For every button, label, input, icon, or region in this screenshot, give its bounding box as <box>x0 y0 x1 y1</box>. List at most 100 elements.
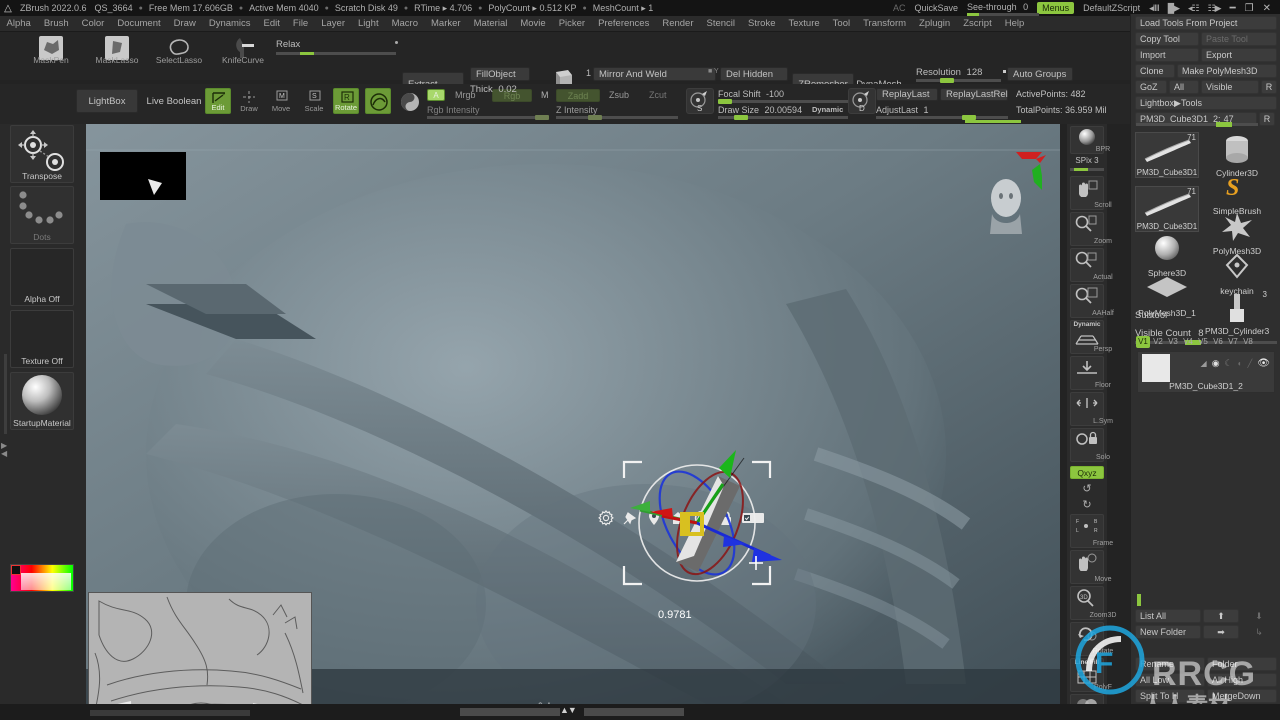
sidebar-item-texture[interactable]: Texture Off <box>10 310 74 368</box>
tool-grid-item[interactable]: 71 PM3D_Cube3D1 <box>1135 186 1199 232</box>
m-button[interactable]: M <box>536 89 549 101</box>
slider-knob[interactable] <box>718 99 732 104</box>
sidebar-item-material[interactable]: StartupMaterial <box>10 372 74 430</box>
menu-item-material[interactable]: Material <box>467 18 514 29</box>
tool-solo-button[interactable]: Solo <box>1070 428 1110 462</box>
zadd-button[interactable]: Zadd <box>556 89 600 102</box>
quicksave-button[interactable]: QuickSave <box>915 3 959 13</box>
rename-button[interactable]: Rename <box>1135 657 1205 671</box>
menu-item-file[interactable]: File <box>286 18 314 29</box>
rotate-ccw-icon[interactable]: ↺ <box>1070 482 1104 497</box>
list-all-button[interactable]: List All <box>1135 609 1201 623</box>
slider-knob[interactable] <box>734 115 748 120</box>
visibility-tab-v6[interactable]: V6 <box>1211 336 1225 348</box>
pen-icon[interactable]: ╱ <box>1247 359 1252 368</box>
resolution-slider[interactable]: Resolution 128 <box>916 67 1001 83</box>
menu-item-preferences[interactable]: Preferences <box>592 18 656 29</box>
transpose-gizmo[interactable] <box>620 444 810 624</box>
rotate-mode-button[interactable]: R Rotate <box>333 88 359 114</box>
move-down-button[interactable]: ⬇ <box>1241 609 1277 623</box>
move-up-button[interactable]: ⬆ <box>1203 609 1239 623</box>
visibility-tab-v5[interactable]: V5 <box>1196 336 1210 348</box>
menus-toggle-button[interactable]: Menus <box>1037 2 1075 14</box>
all-low-button[interactable]: All Low <box>1135 673 1205 687</box>
tool-zoom3d-button[interactable]: 3D Zoom3D <box>1070 586 1116 620</box>
sidebar-collapse-arrows[interactable]: ▶ ◀ <box>1 442 7 458</box>
visibility-toggle-icon[interactable]: ◉ <box>1212 358 1220 369</box>
canvas-scroll-left[interactable] <box>460 708 560 716</box>
tool-frame-button[interactable]: F B L R Frame <box>1070 514 1113 548</box>
moon-icon[interactable]: ☾ <box>1225 358 1233 369</box>
mrgb-a-button[interactable]: A <box>427 89 445 101</box>
export-button[interactable]: Export <box>1201 48 1277 62</box>
perspective-toggle-button[interactable] <box>365 88 391 114</box>
brush-button-maskpen[interactable]: MaskPen <box>22 34 80 65</box>
color-gradient-area[interactable] <box>21 573 71 590</box>
menu-item-texture[interactable]: Texture <box>782 18 826 29</box>
menu-item-edit[interactable]: Edit <box>257 18 286 29</box>
menu-item-macro[interactable]: Macro <box>385 18 424 29</box>
brush-button-masklasso[interactable]: MaskLasso <box>88 34 146 65</box>
tool-zoom-button[interactable]: Zoom <box>1070 212 1112 246</box>
half-icon[interactable]: ◐ <box>1238 359 1243 368</box>
folder-button[interactable]: Folder <box>1207 657 1277 671</box>
spix-slider[interactable]: SPix 3 <box>1070 156 1104 172</box>
menu-item-stroke[interactable]: Stroke <box>742 18 782 29</box>
scale-mode-button[interactable]: S Scale <box>301 88 327 114</box>
bottom-scroll-track[interactable] <box>90 710 250 716</box>
tool-move-button[interactable]: Move <box>1070 550 1112 584</box>
tool-aahalf-button[interactable]: AAHalf <box>1070 284 1114 318</box>
menu-item-dynamics[interactable]: Dynamics <box>202 18 257 29</box>
dynamic-label[interactable]: Dynamic <box>812 105 843 114</box>
current-tool-r-button[interactable]: R <box>1259 112 1275 126</box>
menu-item-picker[interactable]: Picker <box>552 18 591 29</box>
visibility-tab-v8[interactable]: V8 <box>1241 336 1255 348</box>
gear-icon[interactable] <box>598 510 614 526</box>
merge-down-button[interactable]: MergeDown <box>1207 689 1277 703</box>
sidebar-item-stroke[interactable]: Dots <box>10 186 74 244</box>
move-out-folder-button[interactable]: ↳ <box>1241 625 1277 639</box>
viewport-canvas[interactable]: 0.9781 <box>86 124 1060 704</box>
make-polymesh3d-button[interactable]: Make PolyMesh3D <box>1177 64 1277 78</box>
restore-button[interactable]: ❐ <box>1245 3 1254 14</box>
menu-item-draw[interactable]: Draw <box>167 18 202 29</box>
all-button[interactable]: All <box>1169 80 1199 94</box>
menu-item-color[interactable]: Color <box>75 18 111 29</box>
focal-shift-slider[interactable]: Focal Shift -100 <box>718 89 848 104</box>
menu-item-help[interactable]: Help <box>998 18 1031 29</box>
xyz-symmetry-button[interactable]: Qxyz <box>1070 466 1104 479</box>
visibility-tab-v1[interactable]: V1 <box>1136 336 1150 348</box>
slider-knob[interactable] <box>535 115 549 120</box>
move-into-folder-button[interactable]: ➡ <box>1203 625 1239 639</box>
replay-last-button[interactable]: ReplayLast <box>876 88 938 101</box>
menu-item-alpha[interactable]: Alpha <box>0 18 37 29</box>
mirror-and-weld-button[interactable]: Mirror And Weld <box>593 67 716 81</box>
rotate-cw-icon[interactable]: ↻ <box>1070 498 1104 513</box>
slider-knob[interactable] <box>588 115 602 120</box>
fillobject-button[interactable]: FillObject <box>470 67 530 81</box>
reference-image-overlay[interactable] <box>88 592 312 704</box>
menu-item-marker[interactable]: Marker <box>425 18 468 29</box>
tool-floor-button[interactable]: Floor <box>1070 356 1111 390</box>
visibility-tab-v7[interactable]: V7 <box>1226 336 1240 348</box>
zscript-prev-icon[interactable]: ◂IIII <box>1149 3 1159 14</box>
menu-item-transform[interactable]: Transform <box>857 18 913 29</box>
menu-item-light[interactable]: Light <box>351 18 385 29</box>
rgb-intensity-slider[interactable]: Rgb Intensity <box>427 105 549 120</box>
zscript-reload-icon[interactable]: ☷▶ <box>1208 3 1222 14</box>
menu-item-layer[interactable]: Layer <box>315 18 352 29</box>
slider-knob[interactable] <box>1216 122 1232 127</box>
color-picker[interactable] <box>10 564 74 592</box>
clone-button[interactable]: Clone <box>1135 64 1175 78</box>
z-intensity-slider[interactable]: Z Intensity <box>556 105 678 120</box>
current-tool-slider[interactable]: PM3D_Cube3D1_2: 47 <box>1135 112 1258 127</box>
edit-mode-button[interactable]: Edit <box>205 88 231 114</box>
paint-icon[interactable]: ◢ <box>1201 359 1207 368</box>
tool-scroll-button[interactable]: Scroll <box>1070 176 1112 210</box>
lightbox-button[interactable]: LightBox <box>76 89 138 113</box>
menu-item-tool[interactable]: Tool <box>826 18 856 29</box>
visible-button[interactable]: Visible <box>1201 80 1259 94</box>
menu-item-movie[interactable]: Movie <box>514 18 552 29</box>
relax-slider[interactable]: Relax <box>276 39 398 55</box>
paste-tool-button[interactable]: Paste Tool <box>1201 32 1277 46</box>
